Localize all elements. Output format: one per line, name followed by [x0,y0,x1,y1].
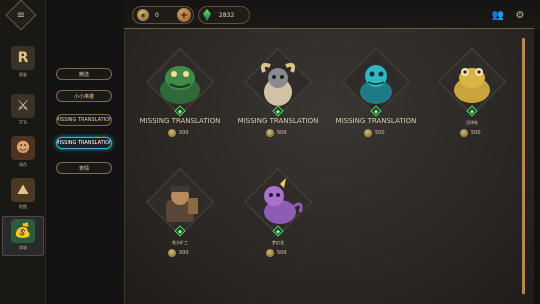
gem-balance: 2832 [198,6,250,24]
pet-name: MISSING TRANSLATION [139,117,221,125]
pet-name: MISSING TRANSLATION [237,117,319,125]
category-missing-1[interactable]: MISSING TRANSLATION [56,114,112,126]
coin-icon: ◉ [137,9,149,21]
store-coins-icon: 💰 [11,219,35,243]
coin-icon [460,129,468,137]
pet-name: 沼泽蛙 [466,120,478,125]
scrollbar[interactable] [522,38,525,296]
price-value: 500 [179,250,189,256]
yellow-frog-pet-art [454,68,490,103]
coin-icon [168,249,176,257]
swords-icon: ⚔ [11,94,35,118]
nav-label: 商城 [19,245,27,250]
nav-item-store[interactable]: 💰 商城 [2,216,44,256]
price-value: 500 [277,130,287,136]
map-icon: ⛰ [11,178,35,202]
teal-dragon-pet-art [360,65,392,104]
horned-ram-pet-art [260,62,296,106]
category-featured[interactable]: 精选 [56,68,112,80]
category-emotes[interactable]: 表情 [56,162,112,174]
add-currency-button[interactable]: + [177,8,191,22]
pet-card[interactable]: MISSING TRANSLATION 500 [336,48,416,152]
nav-label: TFTs [18,120,28,125]
pet-price: 500 [460,129,481,137]
left-nav-rail: ≡ R 图鉴 ⚔ TFTs ☻ 角色 ⛰ 地图 💰 商城 [0,0,46,304]
pet-card[interactable]: 铁头矿工 500 [140,168,220,272]
scrollbar-thumb[interactable] [522,38,525,294]
price-value: 500 [179,130,189,136]
pet-price: 500 [168,249,189,257]
gem-icon [203,9,211,21]
pet-card[interactable]: 沼泽蛙 500 [432,48,512,152]
pet-name: 铁头矿工 [172,240,188,245]
nav-label: 图鉴 [19,72,27,77]
pet-price: 500 [266,129,287,137]
price-value: 500 [471,130,481,136]
nav-item-collection[interactable]: R 图鉴 [4,44,42,84]
gem-value: 2832 [219,11,235,19]
character-icon: ☻ [11,136,35,160]
price-value: 500 [375,130,385,136]
category-missing-2[interactable]: MISSING TRANSLATION [56,137,112,149]
coin-icon [168,129,176,137]
friends-icon[interactable]: 👥 [492,9,504,21]
nav-item-tfts[interactable]: ⚔ TFTs [4,92,42,132]
nav-item-map[interactable]: ⛰ 地图 [4,176,42,216]
miner-pet-art [166,186,198,222]
pet-name: MISSING TRANSLATION [335,117,417,125]
coin-icon [266,249,274,257]
coin-icon [266,129,274,137]
menu-icon: ≡ [16,9,26,21]
coin-value: 0 [155,11,159,19]
purple-dragon-pet-art [264,178,303,224]
pet-price: 500 [266,249,287,257]
price-value: 500 [277,250,287,256]
top-bar: ◉ 0 + 2832 👥 ⚙ [124,0,540,30]
category-column: 精选 小小英雄 MISSING TRANSLATION MISSING TRAN… [46,0,124,304]
pet-card[interactable]: MISSING TRANSLATION 500 [238,48,318,152]
settings-gear-icon[interactable]: ⚙ [514,9,526,21]
category-little-legends[interactable]: 小小英雄 [56,90,112,102]
pet-card[interactable]: MISSING TRANSLATION 500 [140,48,220,152]
main-menu-button[interactable]: ≡ [5,0,37,31]
pet-name: 梦幻龙 [272,240,284,245]
coin-icon [364,129,372,137]
nav-label: 角色 [19,162,27,167]
pet-price: 500 [168,129,189,137]
nav-item-characters[interactable]: ☻ 角色 [4,134,42,174]
pet-price: 500 [364,129,385,137]
collection-icon: R [11,46,35,70]
nav-label: 地图 [19,204,27,209]
coin-balance: ◉ 0 + [132,6,194,24]
pet-card[interactable]: 梦幻龙 500 [238,168,318,272]
green-toad-pet-art [160,66,200,104]
